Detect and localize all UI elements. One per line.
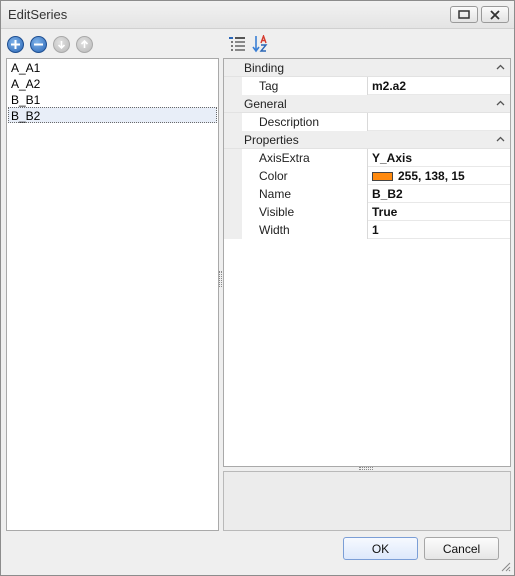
- color-swatch: [372, 171, 393, 181]
- chevron-up-icon[interactable]: [494, 133, 506, 145]
- property-value-tag[interactable]: m2.a2: [369, 77, 510, 95]
- move-up-button[interactable]: [76, 35, 93, 53]
- chevron-up-icon[interactable]: [494, 97, 506, 109]
- property-row-axisextra[interactable]: AxisExtra Y_Axis: [224, 149, 510, 167]
- edit-series-window: EditSeries A_A1 A_A2 B_B1 B_B2 Binding T…: [0, 0, 515, 576]
- list-item-selected[interactable]: B_B2: [8, 107, 217, 123]
- category-binding[interactable]: Binding: [224, 59, 510, 77]
- ok-button[interactable]: OK: [343, 537, 418, 560]
- property-value-name[interactable]: B_B2: [369, 185, 510, 203]
- categorized-icon: [229, 37, 245, 51]
- move-down-icon: [57, 40, 66, 49]
- chevron-up-icon[interactable]: [494, 61, 506, 73]
- series-toolbar: [7, 33, 93, 55]
- property-grid[interactable]: Binding Tag m2.a2 General Description Pr…: [223, 58, 511, 467]
- window-title: EditSeries: [8, 7, 68, 22]
- maximize-button[interactable]: [450, 6, 478, 23]
- categorized-button[interactable]: [227, 34, 247, 54]
- close-icon: [490, 9, 500, 20]
- property-row-width[interactable]: Width 1: [224, 221, 510, 239]
- vertical-splitter[interactable]: [219, 271, 222, 287]
- category-properties[interactable]: Properties: [224, 131, 510, 149]
- property-value-color[interactable]: 255, 138, 15: [369, 167, 510, 185]
- sort-alphabetical-icon: [252, 35, 268, 53]
- description-panel: [223, 471, 511, 531]
- property-row-description[interactable]: Description: [224, 113, 510, 131]
- list-item[interactable]: A_A2: [8, 75, 217, 91]
- category-label: General: [244, 97, 287, 111]
- property-row-visible[interactable]: Visible True: [224, 203, 510, 221]
- close-button[interactable]: [481, 6, 509, 23]
- property-name: AxisExtra: [242, 149, 368, 167]
- property-row-tag[interactable]: Tag m2.a2: [224, 77, 510, 95]
- move-down-button[interactable]: [53, 35, 70, 53]
- property-value-width[interactable]: 1: [369, 221, 510, 239]
- list-item[interactable]: B_B1: [8, 91, 217, 107]
- add-icon: [11, 39, 20, 49]
- category-label: Properties: [244, 133, 299, 147]
- property-name: Color: [242, 167, 368, 185]
- property-name: Name: [242, 185, 368, 203]
- property-name: Width: [242, 221, 368, 239]
- category-label: Binding: [244, 61, 285, 75]
- add-series-button[interactable]: [7, 35, 24, 53]
- move-up-icon: [80, 39, 89, 48]
- horizontal-splitter[interactable]: [359, 467, 373, 470]
- category-general[interactable]: General: [224, 95, 510, 113]
- property-row-color[interactable]: Color 255, 138, 15: [224, 167, 510, 185]
- property-value-description[interactable]: [369, 113, 510, 131]
- property-name: Description: [242, 113, 368, 131]
- list-item[interactable]: A_A1: [8, 59, 217, 75]
- property-value-visible[interactable]: True: [369, 203, 510, 221]
- cancel-button[interactable]: Cancel: [424, 537, 499, 560]
- maximize-icon: [458, 10, 470, 19]
- sort-alphabetical-button[interactable]: [251, 34, 271, 54]
- resize-grip-icon[interactable]: [499, 560, 511, 572]
- series-list[interactable]: A_A1 A_A2 B_B1 B_B2: [6, 58, 219, 531]
- property-name: Tag: [242, 77, 368, 95]
- color-value-text: 255, 138, 15: [398, 169, 465, 183]
- property-grid-toolbar: [227, 33, 271, 55]
- remove-icon: [34, 43, 43, 45]
- title-bar[interactable]: EditSeries: [1, 1, 514, 29]
- property-name: Visible: [242, 203, 368, 221]
- property-value-axisextra[interactable]: Y_Axis: [369, 149, 510, 167]
- remove-series-button[interactable]: [30, 35, 47, 53]
- property-row-name[interactable]: Name B_B2: [224, 185, 510, 203]
